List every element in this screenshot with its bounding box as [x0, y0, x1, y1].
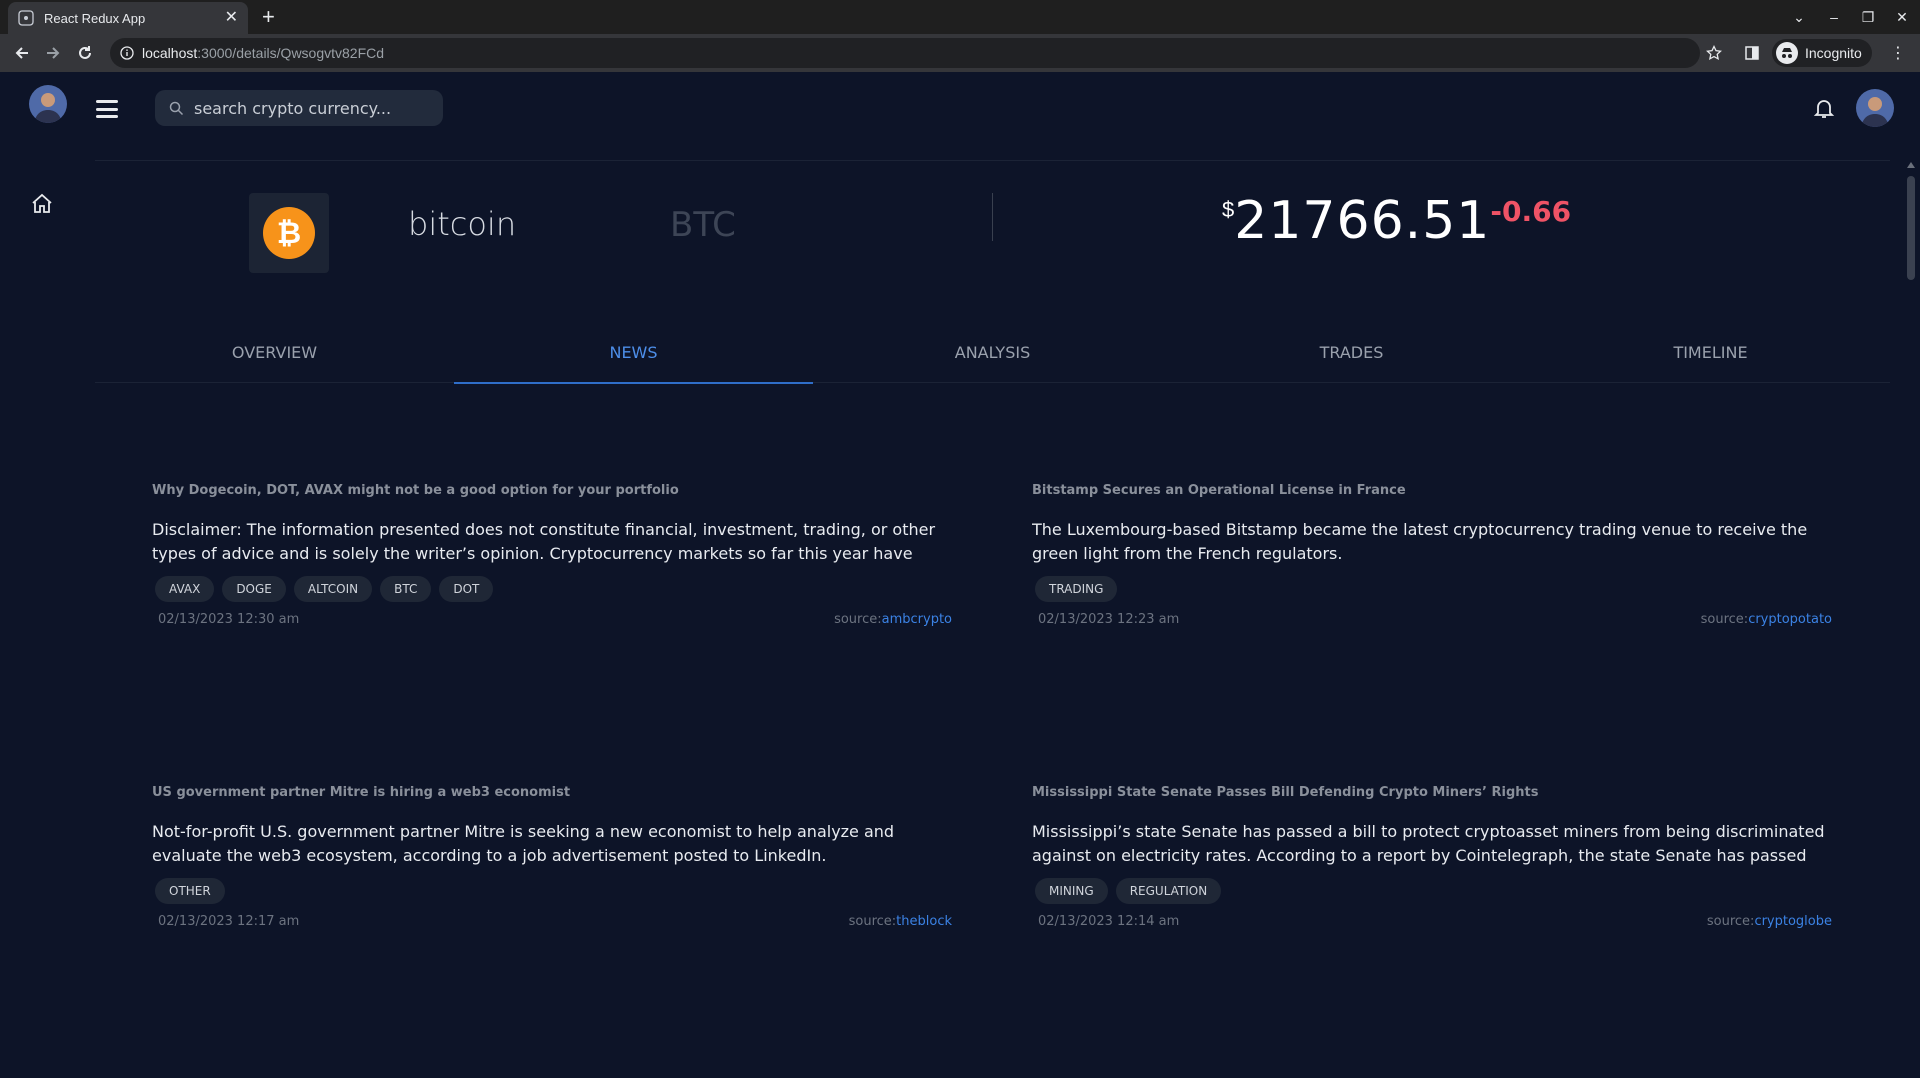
home-icon[interactable]	[30, 192, 58, 220]
app-header	[0, 72, 1920, 160]
news-title[interactable]: Mississippi State Senate Passes Bill Def…	[1032, 785, 1832, 800]
bitcoin-icon: ₿	[263, 207, 315, 259]
search-input[interactable]	[194, 98, 424, 118]
site-info-icon[interactable]	[120, 46, 134, 60]
news-card[interactable]: Bitstamp Secures an Operational License …	[1032, 483, 1832, 627]
coin-logo: ₿	[249, 193, 329, 273]
coin-details: ₿ bitcoin BTC $ 21766.51 -0.66 OVERVIEW …	[95, 160, 1890, 1078]
minimize-window-icon[interactable]: –	[1822, 6, 1846, 28]
news-source: source:cryptoglobe	[1706, 914, 1832, 929]
news-source: source:theblock	[848, 914, 952, 929]
browser-toolbar: localhost:3000/details/Qwsogvtv82FCd Inc…	[0, 34, 1920, 72]
tab-trades[interactable]: TRADES	[1172, 321, 1531, 383]
news-tags: OTHER	[152, 878, 952, 904]
incognito-label: Incognito	[1805, 45, 1862, 61]
news-tag[interactable]: BTC	[380, 576, 432, 602]
new-tab-button[interactable]: +	[262, 6, 275, 28]
news-source-link[interactable]: ambcrypto	[882, 612, 952, 627]
search-icon	[169, 101, 184, 115]
search-box[interactable]	[155, 90, 443, 126]
news-source-link[interactable]: cryptoglobe	[1754, 914, 1832, 929]
detail-tabs: OVERVIEW NEWS ANALYSIS TRADES TIMELINE	[95, 321, 1890, 384]
news-date: 02/13/2023 12:14 am	[1038, 914, 1180, 929]
news-tag[interactable]: MINING	[1035, 878, 1108, 904]
news-source-link[interactable]: cryptopotato	[1748, 612, 1832, 627]
scrollbar-thumb[interactable]	[1907, 176, 1915, 280]
coin-price: 21766.51	[1234, 191, 1491, 251]
notifications-bell-icon[interactable]	[1812, 96, 1836, 120]
news-body: Not-for-profit U.S. government partner M…	[152, 822, 895, 865]
news-date: 02/13/2023 12:23 am	[1038, 612, 1180, 627]
price-block: $ 21766.51 -0.66	[1222, 191, 1571, 251]
reload-icon[interactable]	[73, 41, 97, 65]
news-tags: TRADING	[1032, 576, 1832, 602]
news-card[interactable]: Why Dogecoin, DOT, AVAX might not be a g…	[152, 483, 952, 627]
news-tag[interactable]: TRADING	[1035, 576, 1118, 602]
logo-avatar[interactable]	[29, 85, 67, 123]
forward-icon[interactable]	[41, 41, 65, 65]
close-tab-icon[interactable]: ✕	[225, 10, 238, 26]
news-title[interactable]: Bitstamp Secures an Operational License …	[1032, 483, 1832, 498]
news-source: source:ambcrypto	[834, 612, 952, 627]
incognito-icon	[1776, 42, 1798, 64]
scroll-up-arrow-icon[interactable]	[1907, 162, 1915, 168]
price-change: -0.66	[1490, 195, 1572, 228]
header-divider	[992, 193, 993, 241]
news-source-link[interactable]: theblock	[896, 914, 952, 929]
news-tags: MINING REGULATION	[1032, 878, 1832, 904]
news-tag[interactable]: DOGE	[222, 576, 286, 602]
news-meta: 02/13/2023 12:14 am source:cryptoglobe	[1032, 914, 1832, 929]
url-text: localhost:3000/details/Qwsogvtv82FCd	[142, 45, 385, 61]
address-bar[interactable]: localhost:3000/details/Qwsogvtv82FCd	[110, 38, 1700, 68]
menu-icon[interactable]	[96, 100, 118, 118]
news-tag[interactable]: DOT	[439, 576, 494, 602]
news-tag[interactable]: REGULATION	[1115, 878, 1222, 904]
coin-symbol: BTC	[670, 205, 736, 245]
bookmark-star-icon[interactable]	[1702, 41, 1726, 65]
news-card[interactable]: US government partner Mitre is hiring a …	[152, 785, 952, 929]
browser-tab-title: React Redux App	[44, 10, 146, 26]
currency-symbol: $	[1222, 197, 1235, 222]
news-source: source:cryptopotato	[1700, 612, 1832, 627]
news-date: 02/13/2023 12:30 am	[158, 612, 300, 627]
svg-text:₿: ₿	[277, 216, 301, 251]
news-body: Disclaimer: The information presented do…	[152, 520, 936, 563]
incognito-indicator[interactable]: Incognito	[1772, 39, 1872, 67]
news-meta: 02/13/2023 12:17 am source:theblock	[152, 914, 952, 929]
page-scrollbar[interactable]	[1903, 160, 1920, 1078]
coin-name: bitcoin	[408, 205, 517, 243]
news-title[interactable]: US government partner Mitre is hiring a …	[152, 785, 952, 800]
user-avatar[interactable]	[1856, 89, 1894, 127]
news-body: The Luxembourg-based Bitstamp became the…	[1032, 520, 1808, 563]
news-meta: 02/13/2023 12:23 am source:cryptopotato	[1032, 612, 1832, 627]
back-icon[interactable]	[10, 41, 34, 65]
app-root: ₿ bitcoin BTC $ 21766.51 -0.66 OVERVIEW …	[0, 72, 1920, 1078]
news-date: 02/13/2023 12:17 am	[158, 914, 300, 929]
close-window-icon[interactable]: ✕	[1890, 6, 1914, 28]
news-meta: 02/13/2023 12:30 am source:ambcrypto	[152, 612, 952, 627]
tab-news[interactable]: NEWS	[454, 321, 813, 384]
browser-tab[interactable]: React Redux App ✕	[8, 2, 248, 34]
tab-timeline[interactable]: TIMELINE	[1531, 321, 1890, 383]
tab-overview[interactable]: OVERVIEW	[95, 321, 454, 383]
news-body: Mississippi’s state Senate has passed a …	[1032, 822, 1825, 865]
news-card[interactable]: Mississippi State Senate Passes Bill Def…	[1032, 785, 1832, 929]
browser-menu-icon[interactable]: ⋮	[1888, 41, 1908, 65]
browser-tab-strip: React Redux App ✕ + ⌄ – ❐ ✕	[0, 0, 1920, 34]
side-panel-icon[interactable]	[1740, 41, 1764, 65]
news-tags: AVAX DOGE ALTCOIN BTC DOT	[152, 576, 952, 602]
react-favicon-icon	[18, 10, 34, 26]
news-tag[interactable]: ALTCOIN	[293, 576, 373, 602]
restore-window-icon[interactable]: ❐	[1856, 6, 1880, 28]
news-tag[interactable]: AVAX	[155, 576, 215, 602]
tab-analysis[interactable]: ANALYSIS	[813, 321, 1172, 383]
news-tag[interactable]: OTHER	[155, 878, 225, 904]
news-title[interactable]: Why Dogecoin, DOT, AVAX might not be a g…	[152, 483, 952, 498]
tab-search-icon[interactable]: ⌄	[1787, 6, 1811, 28]
